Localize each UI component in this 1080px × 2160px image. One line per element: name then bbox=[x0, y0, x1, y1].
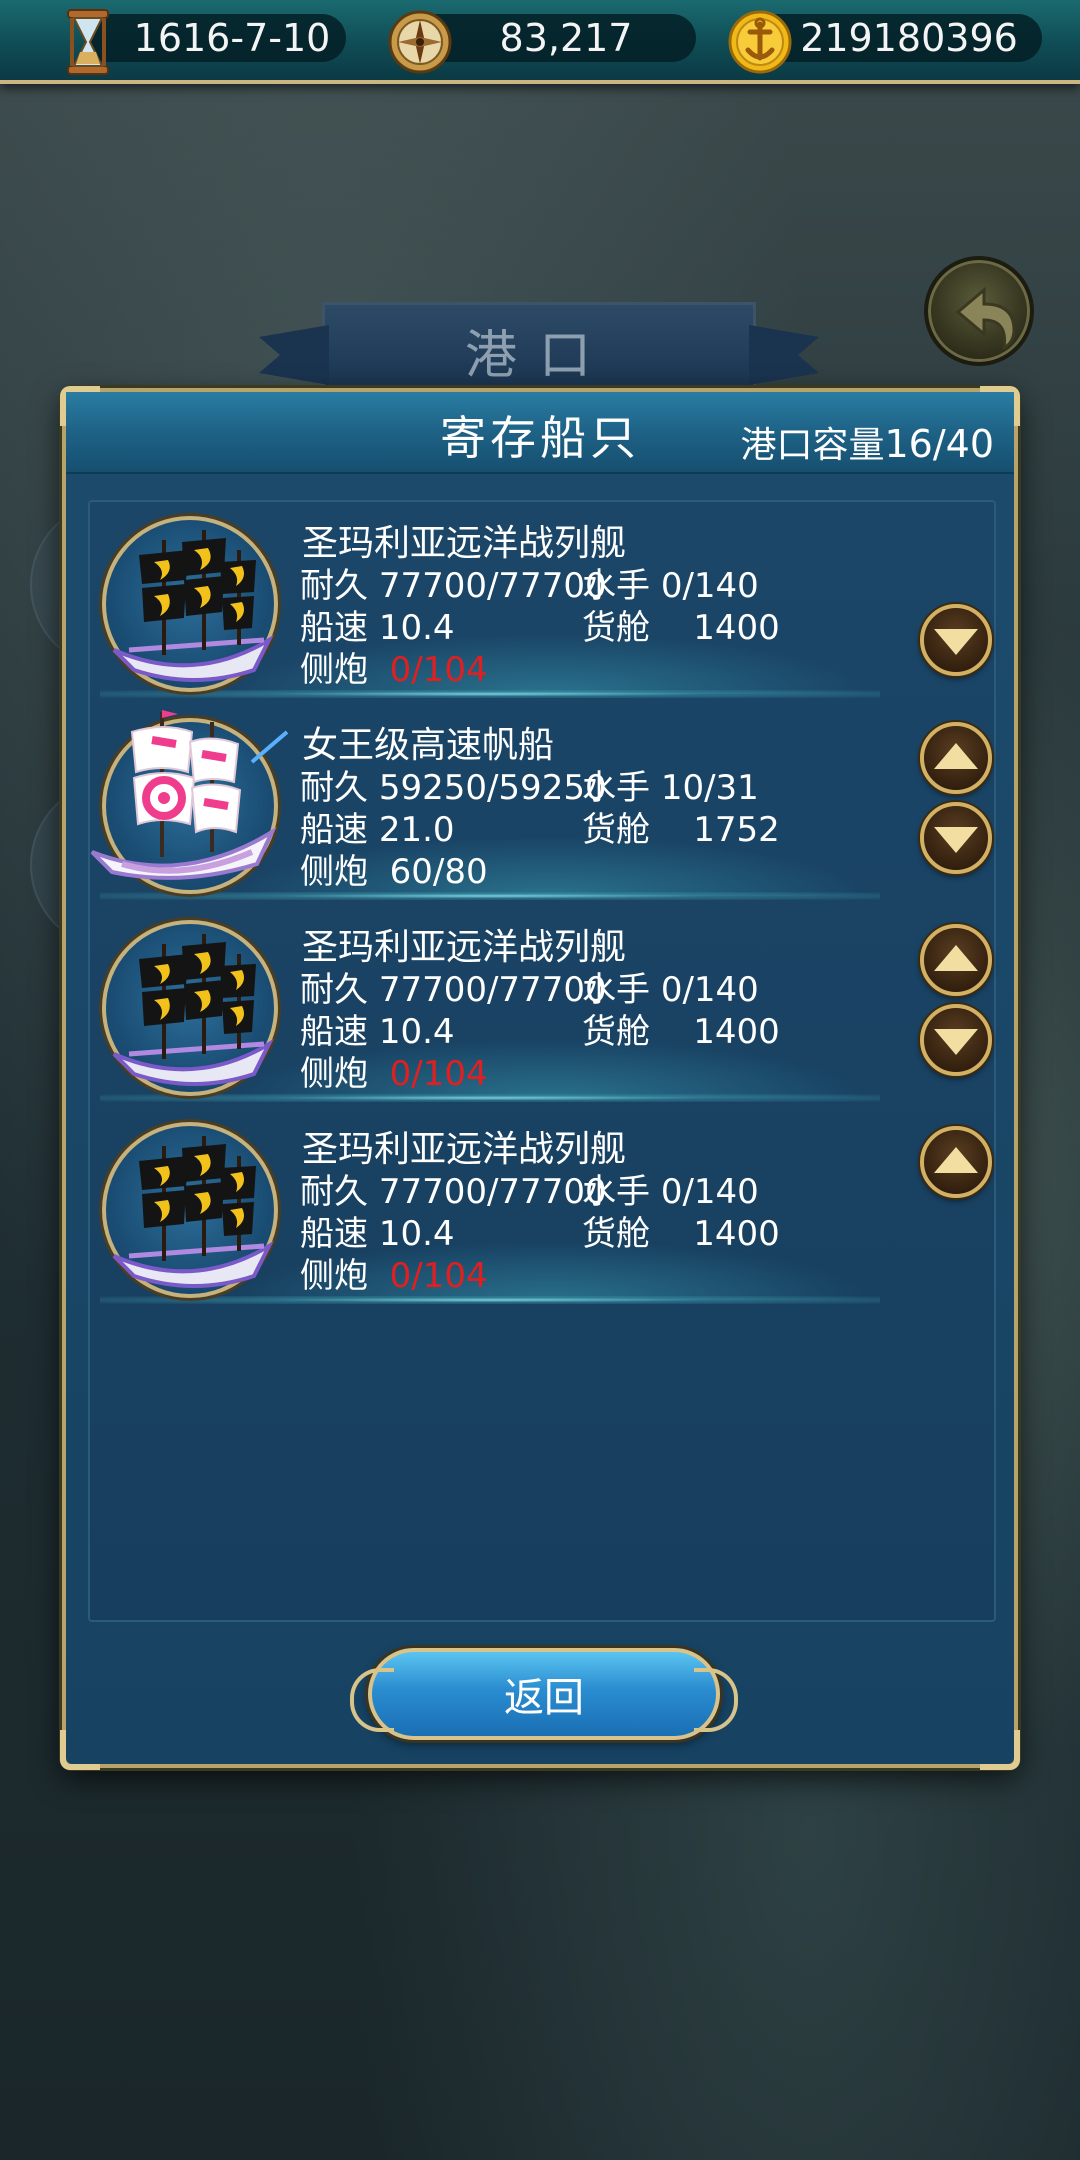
corner-ornament bbox=[60, 1730, 100, 1770]
resource-bar: 1616-7-10 83,217 219180396 bbox=[0, 0, 1080, 84]
cargo-label: 货舱 bbox=[582, 1012, 650, 1052]
chevron-down-icon bbox=[934, 827, 978, 853]
chevron-down-icon bbox=[934, 629, 978, 655]
cargo-value: 1400 bbox=[693, 608, 780, 648]
cannon-label: 侧炮 bbox=[300, 1256, 368, 1296]
corner-ornament bbox=[980, 1730, 1020, 1770]
cargo-value: 1400 bbox=[693, 1214, 780, 1254]
chevron-up-icon bbox=[934, 945, 978, 971]
ship-row[interactable]: 圣玛利亚远洋战列舰 耐久 77700/77700 船速 10.4 侧炮 0/10… bbox=[90, 1108, 994, 1304]
capacity-label: 港口容量 bbox=[740, 425, 885, 466]
ship-avatar bbox=[102, 920, 278, 1096]
cargo-label: 货舱 bbox=[582, 810, 650, 850]
return-button[interactable]: 返回 bbox=[350, 1648, 738, 1740]
move-up-button[interactable] bbox=[920, 722, 992, 794]
black-gold-warship-icon bbox=[112, 1136, 274, 1288]
back-arrow-icon bbox=[955, 286, 1016, 351]
cannon-value: 0/104 bbox=[389, 1256, 488, 1296]
cargo-stat: 货舱 1400 bbox=[582, 1206, 780, 1255]
move-down-button[interactable] bbox=[920, 802, 992, 874]
move-down-button[interactable] bbox=[920, 604, 992, 676]
ship-avatar bbox=[102, 1122, 278, 1298]
move-up-button[interactable] bbox=[920, 924, 992, 996]
move-up-button[interactable] bbox=[920, 1126, 992, 1198]
hourglass-icon bbox=[52, 6, 124, 78]
row-divider bbox=[100, 892, 880, 900]
cargo-label: 货舱 bbox=[582, 1214, 650, 1254]
return-label: 返回 bbox=[504, 1675, 584, 1721]
cannon-value: 60/80 bbox=[389, 852, 488, 892]
ship-list[interactable]: 圣玛利亚远洋战列舰 耐久 77700/77700 船速 10.4 侧炮 0/10… bbox=[88, 500, 996, 1622]
ship-row[interactable]: 圣玛利亚远洋战列舰 耐久 77700/77700 船速 10.4 侧炮 0/10… bbox=[90, 502, 994, 698]
cargo-label: 货舱 bbox=[582, 608, 650, 648]
cargo-stat: 货舱 1400 bbox=[582, 1004, 780, 1053]
cargo-stat: 货舱 1400 bbox=[582, 600, 780, 649]
gold-coin-icon bbox=[724, 6, 796, 78]
compass-icon bbox=[384, 6, 456, 78]
cannon-label: 侧炮 bbox=[300, 852, 368, 892]
cannon-stat: 侧炮 0/104 bbox=[300, 642, 488, 691]
cannon-stat: 侧炮 60/80 bbox=[300, 844, 488, 893]
capacity-value: 16/40 bbox=[884, 422, 994, 466]
cargo-value: 1400 bbox=[693, 1012, 780, 1052]
chevron-up-icon bbox=[934, 743, 978, 769]
ship-avatar bbox=[102, 516, 278, 692]
black-gold-warship-icon bbox=[112, 530, 274, 682]
port-title: 港口 bbox=[464, 325, 613, 386]
cannon-stat: 侧炮 0/104 bbox=[300, 1248, 488, 1297]
port-capacity: 港口容量16/40 bbox=[740, 416, 994, 468]
back-button[interactable] bbox=[924, 256, 1034, 366]
port-title-banner: 港口 bbox=[322, 302, 756, 398]
dialog-header: 寄存船只 港口容量16/40 bbox=[66, 392, 1014, 474]
pink-sail-ship-icon bbox=[90, 710, 289, 880]
cannon-label: 侧炮 bbox=[300, 1054, 368, 1094]
ship-avatar bbox=[90, 710, 289, 894]
cargo-value: 1752 bbox=[693, 810, 780, 850]
chevron-down-icon bbox=[934, 1029, 978, 1055]
cannon-value: 0/104 bbox=[389, 1054, 488, 1094]
cannon-label: 侧炮 bbox=[300, 650, 368, 690]
chevron-up-icon bbox=[934, 1147, 978, 1173]
cannon-stat: 侧炮 0/104 bbox=[300, 1046, 488, 1095]
black-gold-warship-icon bbox=[112, 934, 274, 1086]
cargo-stat: 货舱 1752 bbox=[582, 802, 780, 851]
stored-ships-dialog: 寄存船只 港口容量16/40 圣玛利亚远洋战列舰 耐久 77700/77700 … bbox=[60, 386, 1020, 1770]
ship-row[interactable]: 女王级高速帆船 耐久 59250/59250 船速 21.0 侧炮 60/80 … bbox=[90, 704, 994, 900]
ship-row[interactable]: 圣玛利亚远洋战列舰 耐久 77700/77700 船速 10.4 侧炮 0/10… bbox=[90, 906, 994, 1102]
cannon-value: 0/104 bbox=[389, 650, 488, 690]
move-down-button[interactable] bbox=[920, 1004, 992, 1076]
